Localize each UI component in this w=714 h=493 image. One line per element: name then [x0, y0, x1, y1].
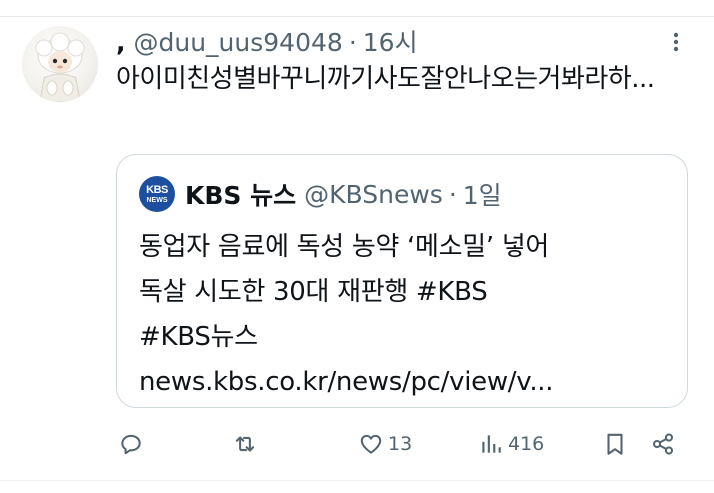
reply-button[interactable]	[118, 426, 144, 462]
more-vertical-icon[interactable]	[664, 28, 688, 56]
quoted-text-line: 동업자 음료에 독성 농약 ‘메소밀’ 넣어	[139, 232, 550, 262]
retweet-button[interactable]	[232, 426, 258, 462]
avatar[interactable]	[22, 26, 98, 102]
tweet-text: 아이미친성별바꾸니까기사도잘안나오는거봐라하...	[116, 64, 655, 94]
logo-text-bottom: NEWS	[146, 196, 168, 204]
display-name[interactable]: ,	[116, 28, 126, 58]
views-icon	[482, 435, 501, 453]
quoted-tweet-header: KBS NEWS KBS 뉴스 @KBSnews · 1일	[139, 175, 502, 213]
quoted-timestamp[interactable]: 1일	[463, 176, 502, 212]
bookmark-icon	[607, 433, 623, 455]
like-count: 13	[388, 433, 413, 455]
like-button[interactable]: 13	[358, 426, 412, 462]
quoted-separator-dot: ·	[448, 179, 457, 209]
share-icon	[652, 433, 674, 455]
quoted-link[interactable]: news.kbs.co.kr/news/pc/view/v...	[139, 360, 669, 405]
timestamp[interactable]: 16시	[363, 28, 418, 58]
top-divider	[0, 16, 714, 17]
avatar-plush-doll-icon	[35, 32, 85, 102]
heart-icon	[360, 434, 382, 454]
quoted-display-name[interactable]: KBS 뉴스	[185, 176, 296, 212]
separator-dot: ·	[348, 28, 357, 57]
tweet-container: , @duu_uus94048 · 16시 아이미친성별바꾸니까기사도잘안나오는…	[0, 0, 714, 493]
retweet-icon	[235, 436, 255, 452]
kbs-news-logo-icon[interactable]: KBS NEWS	[139, 176, 175, 212]
share-button[interactable]	[650, 426, 676, 462]
action-bar: 13 416	[116, 426, 688, 462]
logo-text-top: KBS	[146, 183, 168, 196]
views-count: 416	[508, 433, 545, 455]
quoted-text-line: 독살 시도한 30대 재판행 #KBS	[139, 277, 488, 307]
quoted-user-handle[interactable]: @KBSnews	[304, 180, 443, 209]
quoted-tweet-text: 동업자 음료에 독성 농약 ‘메소밀’ 넣어 독살 시도한 30대 재판행 #K…	[139, 225, 669, 405]
views-button[interactable]: 416	[478, 426, 544, 462]
bottom-divider	[0, 480, 714, 481]
quoted-tweet-card[interactable]: KBS NEWS KBS 뉴스 @KBSnews · 1일 동업자 음료에 독성…	[116, 154, 688, 408]
user-handle[interactable]: @duu_uus94048	[134, 28, 343, 58]
quoted-text-line: #KBS뉴스	[139, 322, 258, 352]
reply-icon	[121, 434, 141, 455]
tweet-header: , @duu_uus94048 · 16시	[116, 28, 418, 58]
bookmark-button[interactable]	[602, 426, 628, 462]
